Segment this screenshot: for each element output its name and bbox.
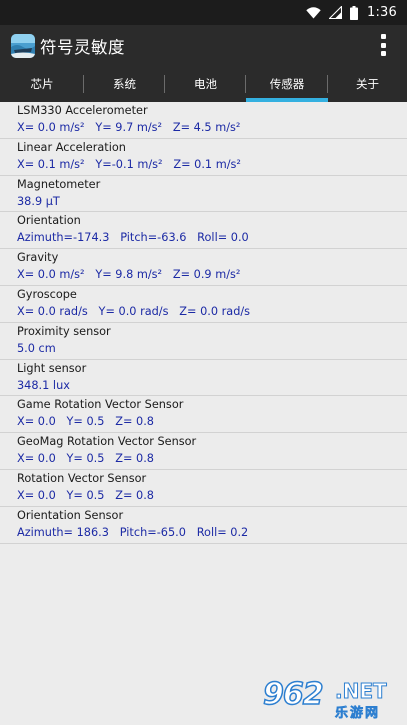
sensor-name: Proximity sensor	[17, 324, 111, 338]
watermark-logo: 962 .NET 乐游网	[253, 676, 403, 722]
sensor-value: 38.9 μT	[17, 194, 60, 208]
sensor-row-magnetometer: Magnetometer 38.9 μT	[0, 176, 407, 213]
sensor-row-game-rotation-vector: Game Rotation Vector Sensor X= 0.0 Y= 0.…	[0, 396, 407, 434]
watermark-suffix: .NET	[335, 679, 388, 704]
tab-battery[interactable]: 电池	[165, 66, 246, 102]
tab-sensors[interactable]: 传感器	[246, 66, 328, 102]
tab-label: 系统	[113, 77, 136, 91]
sensor-value: X= 0.1 m/s² Y=-0.1 m/s² Z= 0.1 m/s²	[17, 157, 241, 171]
sensor-row-linear-acceleration: Linear Acceleration X= 0.1 m/s² Y=-0.1 m…	[0, 139, 407, 176]
tab-label: 电池	[194, 77, 217, 91]
sensor-name: Rotation Vector Sensor	[17, 471, 147, 485]
tab-bar: 芯片 系统 电池 传感器 关于	[0, 66, 407, 102]
overflow-menu-icon[interactable]	[381, 32, 387, 58]
battery-icon	[350, 5, 358, 20]
sensor-row-rotation-vector: Rotation Vector Sensor X= 0.0 Y= 0.5 Z= …	[0, 470, 407, 507]
app-title: 符号灵敏度	[40, 37, 125, 57]
sensor-name: Gyroscope	[17, 287, 77, 301]
tab-system[interactable]: 系统	[84, 66, 165, 102]
sensor-row-orientation-sensor: Orientation Sensor Azimuth= 186.3 Pitch=…	[0, 507, 407, 544]
sensor-row-geomag-rotation-vector: GeoMag Rotation Vector Sensor X= 0.0 Y= …	[0, 433, 407, 470]
sensor-row-orientation: Orientation Azimuth=-174.3 Pitch=-63.6 R…	[0, 212, 407, 250]
tab-label: 传感器	[269, 77, 305, 91]
sensor-list[interactable]: LSM330 Accelerometer X= 0.0 m/s² Y= 9.7 …	[0, 102, 407, 544]
sensor-value: Azimuth= 186.3 Pitch=-65.0 Roll= 0.2	[17, 525, 249, 539]
wifi-icon	[306, 6, 321, 19]
sensor-row-proximity: Proximity sensor 5.0 cm	[0, 323, 407, 360]
tab-about[interactable]: 关于	[328, 66, 407, 102]
sensor-value: Azimuth=-174.3 Pitch=-63.6 Roll= 0.0	[17, 231, 249, 245]
watermark-chinese: 乐游网	[335, 706, 381, 722]
sensor-row-light: Light sensor 348.1 lux	[0, 360, 407, 397]
sensor-value: 348.1 lux	[17, 378, 70, 392]
signal-icon	[329, 6, 342, 19]
status-bar: 1:36	[0, 0, 407, 25]
tab-label: 芯片	[30, 77, 54, 91]
sensor-name: GeoMag Rotation Vector Sensor	[17, 435, 197, 449]
clock-time: 1:36	[367, 5, 397, 20]
sensor-name: Orientation Sensor	[17, 508, 124, 522]
sensor-value: X= 0.0 rad/s Y= 0.0 rad/s Z= 0.0 rad/s	[17, 304, 251, 318]
sensor-value: X= 0.0 Y= 0.5 Z= 0.8	[17, 415, 154, 429]
sensor-name: LSM330 Accelerometer	[17, 104, 148, 117]
tab-label: 关于	[356, 77, 379, 91]
sensor-value: X= 0.0 m/s² Y= 9.7 m/s² Z= 4.5 m/s²	[17, 121, 241, 134]
sensor-row-gyroscope: Gyroscope X= 0.0 rad/s Y= 0.0 rad/s Z= 0…	[0, 286, 407, 323]
sensor-name: Game Rotation Vector Sensor	[17, 398, 184, 412]
app-bar: 符号灵敏度	[0, 25, 407, 66]
sensor-value: 5.0 cm	[17, 341, 56, 355]
sensor-row-accelerometer: LSM330 Accelerometer X= 0.0 m/s² Y= 9.7 …	[0, 102, 407, 139]
sensor-row-gravity: Gravity X= 0.0 m/s² Y= 9.8 m/s² Z= 0.9 m…	[0, 249, 407, 286]
sensor-name: Linear Acceleration	[17, 140, 126, 154]
sensor-name: Magnetometer	[17, 177, 101, 191]
sensor-value: X= 0.0 m/s² Y= 9.8 m/s² Z= 0.9 m/s²	[17, 268, 241, 282]
sensor-name: Gravity	[17, 251, 59, 265]
sensor-value: X= 0.0 Y= 0.5 Z= 0.8	[17, 488, 154, 502]
sensor-value: X= 0.0 Y= 0.5 Z= 0.8	[17, 452, 154, 466]
sensor-name: Orientation	[17, 214, 81, 228]
sensor-name: Light sensor	[17, 361, 87, 375]
app-icon	[11, 33, 35, 58]
tab-chip[interactable]: 芯片	[0, 66, 84, 102]
watermark-number: 962	[262, 676, 324, 713]
